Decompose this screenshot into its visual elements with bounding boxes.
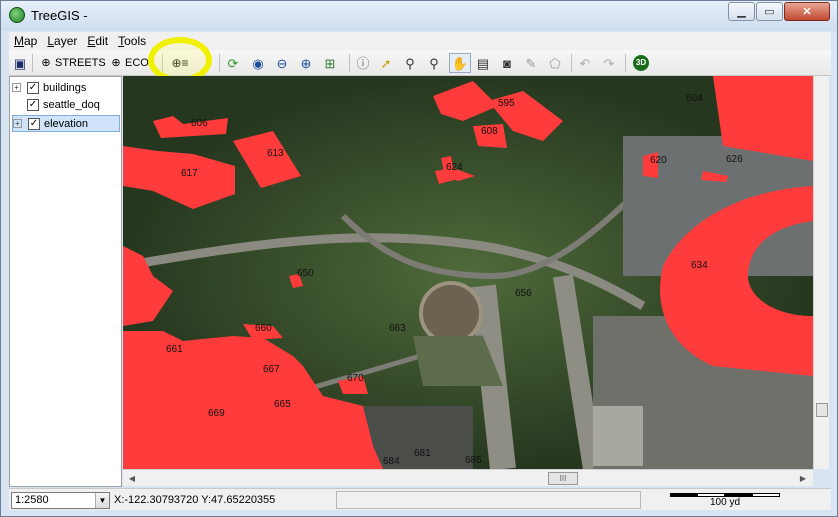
building-label: 595 (498, 98, 515, 109)
window-title: TreeGIS - (31, 8, 88, 23)
minimize-button[interactable]: ▁ (728, 2, 755, 21)
toolbar-separator (219, 54, 220, 72)
building-roof (593, 406, 643, 466)
building-label: 613 (267, 148, 284, 159)
polygon-edit-icon[interactable]: ⬠ (546, 53, 564, 73)
vertical-scrollbar[interactable] (813, 76, 829, 469)
floppy-disk-icon[interactable]: ▣ (11, 53, 29, 73)
toolbar-separator (32, 54, 33, 72)
building-label: 669 (208, 408, 225, 419)
magnifier-icon[interactable]: ⚲ (401, 53, 419, 73)
close-button[interactable]: ✕ (784, 2, 830, 21)
building-label: 650 (297, 268, 314, 279)
coordinate-readout: X:-122.30793720 Y:47.65220355 (114, 494, 276, 506)
camera-icon[interactable]: ◙ (498, 53, 516, 73)
maximize-button[interactable]: ▭ (756, 2, 783, 21)
building-label: 617 (181, 168, 198, 179)
layer-panel: + ✓ buildings ✓ seattle_doq + ✓ elevatio… (9, 76, 122, 487)
building-label: 684 (383, 456, 400, 467)
building-label: 626 (726, 154, 743, 165)
zoom-in-icon[interactable]: ⊕ (297, 53, 315, 73)
building-label: 667 (263, 364, 280, 375)
scroll-thumb[interactable]: III (548, 472, 578, 485)
menu-layer[interactable]: Layer (42, 34, 82, 48)
expand-placeholder (12, 100, 21, 109)
app-icon (9, 7, 25, 23)
building-label: 663 (389, 323, 406, 334)
building-label: 620 (650, 155, 667, 166)
building-label: 608 (481, 126, 498, 137)
toolbar-separator (349, 54, 350, 72)
expand-icon[interactable]: + (12, 83, 21, 92)
plaza-fountain (419, 281, 483, 345)
app-window: TreeGIS - ▁ ▭ ✕ Map Layer Edit Tools ▣ ⊕… (0, 0, 838, 517)
layer-item-elevation[interactable]: + ✓ elevation (12, 115, 120, 132)
layer-visibility-checkbox[interactable]: ✓ (27, 98, 39, 111)
layer-visibility-checkbox[interactable]: ✓ (27, 81, 39, 94)
film-icon[interactable]: ▤ (474, 53, 492, 73)
layer-name: buildings (43, 81, 87, 94)
layer-name: seattle_doq (43, 98, 100, 111)
building-label: 661 (166, 344, 183, 355)
building-label: 685 (465, 455, 482, 466)
chevron-down-icon[interactable]: ▼ (95, 493, 109, 508)
refresh-icon[interactable]: ⟳ (224, 53, 242, 73)
building-label: 624 (446, 162, 463, 173)
add-streets-button[interactable]: ⊕ STREETS (37, 53, 105, 73)
pencil-icon[interactable]: ✎ (522, 53, 540, 73)
menu-edit[interactable]: Edit (82, 34, 113, 48)
building-label: 665 (274, 399, 291, 410)
horizontal-scrollbar[interactable]: ◀ III ▶ (123, 469, 813, 486)
scroll-right-icon[interactable]: ▶ (796, 472, 810, 485)
map-svg: 595 604 606 608 613 617 620 624 626 634 650 656 660 6… (123, 76, 813, 469)
toolbar: ▣ ⊕ STREETS ⊕ ECO ⊕≡ ⟳ ◉ ⊖ ⊕ ⊞ ⓘ ➚ ⚲ ⚲ ✋ ▤… (9, 50, 831, 76)
info-icon[interactable]: ⓘ (354, 53, 372, 73)
layer-visibility-checkbox[interactable]: ✓ (28, 117, 40, 130)
undo-icon[interactable]: ↶ (576, 53, 594, 73)
building-roof (363, 406, 473, 469)
scale-bar: 100 yd (645, 491, 805, 509)
menu-tools[interactable]: Tools (113, 34, 151, 48)
building-label: 670 (347, 373, 364, 384)
menu-map[interactable]: Map (9, 34, 42, 48)
add-layer-icon: ⊕ (41, 56, 51, 69)
scale-select[interactable]: 1:2580 ▼ (11, 492, 110, 509)
status-panel (336, 491, 641, 509)
zoom-out-icon[interactable]: ⊖ (273, 53, 291, 73)
scale-bar-label: 100 yd (709, 497, 741, 508)
globe-zoom-icon[interactable]: ◉ (249, 53, 267, 73)
building-label: 656 (515, 288, 532, 299)
scroll-left-icon[interactable]: ◀ (125, 472, 139, 485)
add-layer-icon: ⊕ (111, 56, 121, 69)
select-arrow-icon[interactable]: ➚ (377, 53, 395, 73)
layer-item-buildings[interactable]: + ✓ buildings (12, 79, 120, 96)
layer-name: elevation (44, 117, 89, 130)
menu-bar: Map Layer Edit Tools (9, 32, 831, 50)
layer-item-seattle-doq[interactable]: ✓ seattle_doq (12, 96, 120, 113)
building-label: 681 (414, 448, 431, 459)
building-label: 606 (191, 118, 208, 129)
expand-icon[interactable]: + (13, 119, 22, 128)
building-label: 660 (255, 323, 272, 334)
redo-icon[interactable]: ↷ (600, 53, 618, 73)
toolbar-separator (571, 54, 572, 72)
toolbar-separator (625, 54, 626, 72)
scroll-thumb[interactable] (816, 403, 828, 417)
zoom-to-layer-icon[interactable]: ⊞ (321, 53, 339, 73)
title-bar: TreeGIS - ▁ ▭ ✕ (1, 1, 837, 31)
building-label: 634 (691, 260, 708, 271)
magnifier-plus-icon[interactable]: ⚲ (425, 53, 443, 73)
map-canvas[interactable]: 595 604 606 608 613 617 620 624 626 634 650 656 660 6… (123, 76, 813, 469)
3d-view-button[interactable]: 3D (633, 53, 649, 73)
add-eco-button[interactable]: ⊕ ECO (107, 53, 148, 73)
status-bar: 1:2580 ▼ X:-122.30793720 Y:47.65220355 1… (9, 488, 831, 510)
building-label: 604 (686, 93, 703, 104)
hand-pan-icon[interactable]: ✋ (449, 53, 471, 73)
